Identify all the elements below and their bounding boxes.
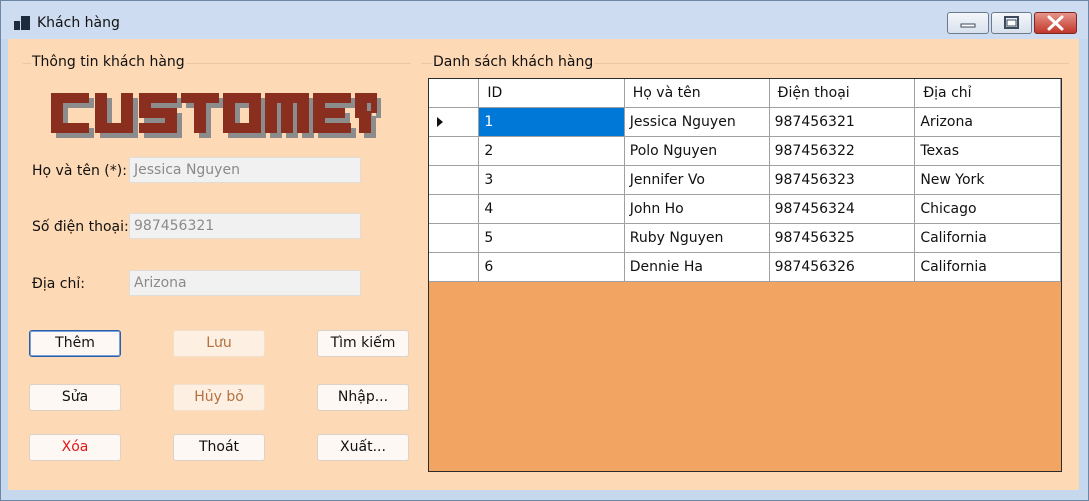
column-header-name[interactable]: Họ và tên [623,79,770,108]
full-name-field[interactable]: Jessica Nguyen [129,157,361,183]
close-icon [1047,15,1064,31]
cell-phone[interactable]: 987456325 [768,223,916,253]
exit-button[interactable]: Thoát [173,434,265,461]
table-row[interactable]: 4 John Ho 987456324 Chicago [429,194,1061,224]
phone-label: Số điện thoại: [32,219,129,235]
cell-name[interactable]: Ruby Nguyen [623,223,770,253]
cell-id[interactable]: 6 [478,252,625,282]
customer-grid[interactable]: ID Họ và tên Điện thoại Địa chỉ 1 Jessic… [428,78,1062,472]
app-window-icon [14,15,30,31]
window-title: Khách hàng [37,15,120,31]
cell-address[interactable]: Texas [914,136,1061,166]
customer-logo [51,93,381,138]
table-row[interactable]: 2 Polo Nguyen 987456322 Texas [429,136,1061,166]
import-button[interactable]: Nhập... [317,384,409,411]
row-header[interactable] [429,107,480,137]
save-button[interactable]: Lưu [173,330,265,357]
customer-table: ID Họ và tên Điện thoại Địa chỉ 1 Jessic… [429,79,1061,282]
cell-phone[interactable]: 987456323 [768,165,916,195]
group-title-customer-info: Thông tin khách hàng [31,54,186,70]
export-button[interactable]: Xuất... [317,434,409,461]
delete-button[interactable]: Xóa [29,434,121,461]
maximize-button[interactable] [991,12,1032,34]
cell-name[interactable]: Jessica Nguyen [623,107,770,137]
cell-id[interactable]: 5 [478,223,625,253]
edit-button[interactable]: Sửa [29,384,121,411]
title-bar[interactable]: Khách hàng [1,1,1088,39]
cell-phone[interactable]: 987456321 [768,107,916,137]
cell-name[interactable]: John Ho [623,194,770,224]
row-header[interactable] [429,136,480,166]
cell-address[interactable]: New York [914,165,1061,195]
grid-header-row: ID Họ và tên Điện thoại Địa chỉ [429,79,1061,108]
address-field[interactable]: Arizona [129,270,361,296]
minimize-button[interactable] [947,12,989,34]
cell-id[interactable]: 3 [478,165,625,195]
table-row[interactable]: 1 Jessica Nguyen 987456321 Arizona [429,107,1061,137]
cell-address[interactable]: Arizona [914,107,1061,137]
cell-address[interactable]: California [914,223,1061,253]
cell-name[interactable]: Dennie Ha [623,252,770,282]
phone-field[interactable]: 987456321 [129,213,361,239]
cell-address[interactable]: California [914,252,1061,282]
app-window: Khách hàng Thông tin khách hàng Họ và tê… [0,0,1089,501]
cell-address[interactable]: Chicago [914,194,1061,224]
row-header[interactable] [429,252,480,282]
column-header-address[interactable]: Địa chỉ [914,79,1061,108]
cell-id[interactable]: 1 [478,107,625,137]
full-name-label: Họ và tên (*): [32,163,127,179]
current-row-arrow-icon [437,117,443,127]
cancel-button[interactable]: Hủy bỏ [173,384,265,411]
table-row[interactable]: 6 Dennie Ha 987456326 California [429,252,1061,282]
cell-name[interactable]: Polo Nguyen [623,136,770,166]
row-header-corner[interactable] [429,79,480,108]
row-header[interactable] [429,165,480,195]
cell-id[interactable]: 4 [478,194,625,224]
column-header-id[interactable]: ID [478,79,625,108]
row-header[interactable] [429,194,480,224]
add-button[interactable]: Thêm [29,330,121,357]
maximize-icon [1004,16,1019,29]
cell-phone[interactable]: 987456324 [768,194,916,224]
row-header[interactable] [429,223,480,253]
table-row[interactable]: 3 Jennifer Vo 987456323 New York [429,165,1061,195]
search-button[interactable]: Tìm kiếm [317,330,409,357]
cell-phone[interactable]: 987456326 [768,252,916,282]
cell-phone[interactable]: 987456322 [768,136,916,166]
table-row[interactable]: 5 Ruby Nguyen 987456325 California [429,223,1061,253]
cell-id[interactable]: 2 [478,136,625,166]
column-header-phone[interactable]: Điện thoại [768,79,916,108]
minimize-icon [960,23,976,28]
close-button[interactable] [1034,12,1077,34]
address-label: Địa chỉ: [32,276,85,292]
cell-name[interactable]: Jennifer Vo [623,165,770,195]
group-title-customer-list: Danh sách khách hàng [432,54,595,70]
